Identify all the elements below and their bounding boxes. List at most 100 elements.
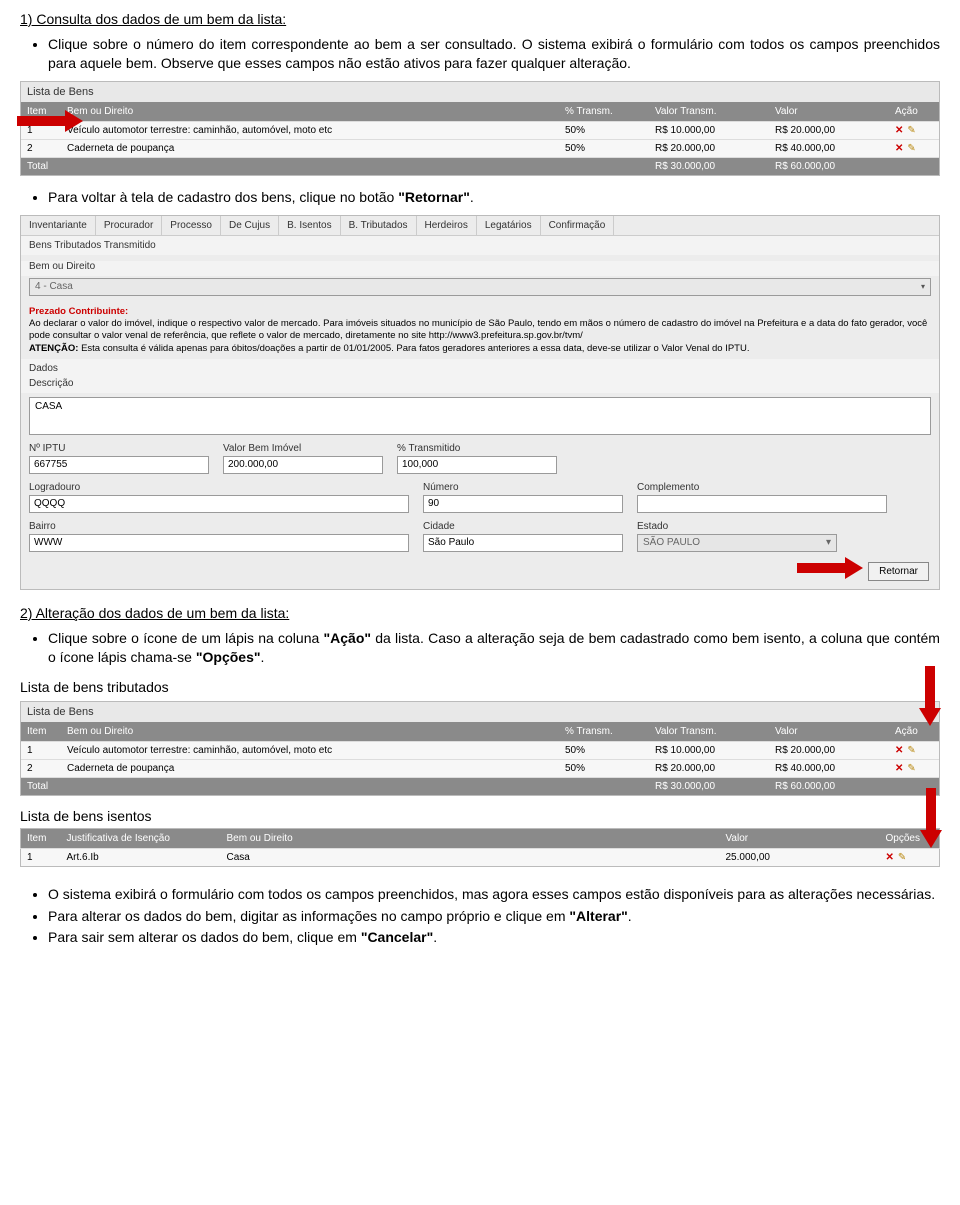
estado-select[interactable]: SÃO PAULO▾ <box>637 534 837 552</box>
label-complemento: Complemento <box>637 482 887 493</box>
red-arrow-down-icon <box>919 666 941 726</box>
label-dados: Dados <box>21 359 939 378</box>
section2-bullet1: Clique sobre o ícone de um lápis na colu… <box>48 629 940 667</box>
numero-field[interactable] <box>423 495 623 513</box>
section3-bullet1: O sistema exibirá o formulário com todos… <box>48 885 940 904</box>
cell-valor: 25.000,00 <box>720 848 880 866</box>
cell-item[interactable]: 2 <box>21 759 61 777</box>
cell-valor: R$ 40.000,00 <box>769 759 889 777</box>
bens-table: Item Bem ou Direito % Transm. Valor Tran… <box>21 722 939 795</box>
cell-item[interactable]: 2 <box>21 139 61 157</box>
edit-icon[interactable]: ✎ <box>898 852 906 863</box>
col-vtrans: Valor Transm. <box>649 722 769 742</box>
table-row: 2 Caderneta de poupança 50% R$ 20.000,00… <box>21 139 939 157</box>
col-item: Item <box>21 722 61 742</box>
col-bem: Bem ou Direito <box>61 722 559 742</box>
tab-btributados[interactable]: B. Tributados <box>341 216 417 235</box>
heading-bens-isentos: Lista de bens isentos <box>20 808 940 824</box>
iptu-field[interactable] <box>29 456 209 474</box>
heading-bens-tributados: Lista de bens tributados <box>20 679 940 695</box>
label-valor-bem: Valor Bem Imóvel <box>223 443 383 454</box>
table-row: 1 Veículo automotor terrestre: caminhão,… <box>21 741 939 759</box>
tab-bisentos[interactable]: B. Isentos <box>279 216 340 235</box>
bens-table-title: Lista de Bens <box>21 82 939 102</box>
bens-table-panel-2: Lista de Bens Item Bem ou Direito % Tran… <box>20 701 940 796</box>
tab-procurador[interactable]: Procurador <box>96 216 162 235</box>
form-section-title: Bens Tributados Transmitido <box>21 236 939 255</box>
valor-bem-field[interactable] <box>223 456 383 474</box>
label-pct-transmitido: % Transmitido <box>397 443 557 454</box>
cell-bem: Veículo automotor terrestre: caminhão, a… <box>61 121 559 139</box>
delete-icon[interactable]: ✕ <box>895 125 903 136</box>
col-valor: Valor <box>769 102 889 122</box>
tab-decujus[interactable]: De Cujus <box>221 216 279 235</box>
bairro-field[interactable] <box>29 534 409 552</box>
bens-table-title: Lista de Bens <box>21 702 939 722</box>
red-arrow-icon <box>797 557 867 579</box>
edit-icon[interactable]: ✎ <box>907 125 915 136</box>
label-bairro: Bairro <box>29 521 409 532</box>
chevron-down-icon: ▾ <box>826 537 831 548</box>
cell-pct: 50% <box>559 759 649 777</box>
col-pct: % Transm. <box>559 722 649 742</box>
cell-vtrans: R$ 10.000,00 <box>649 121 769 139</box>
delete-icon[interactable]: ✕ <box>886 852 894 863</box>
tab-herdeiros[interactable]: Herdeiros <box>417 216 477 235</box>
cell-vtrans: R$ 20.000,00 <box>649 759 769 777</box>
section3-bullet3: Para sair sem alterar os dados do bem, c… <box>48 928 940 947</box>
table-row: 1 Art.6.Ib Casa 25.000,00 ✕ ✎ <box>21 848 940 866</box>
table-row: 2 Caderneta de poupança 50% R$ 20.000,00… <box>21 759 939 777</box>
table-total-row: Total R$ 30.000,00 R$ 60.000,00 <box>21 157 939 175</box>
col-pct: % Transm. <box>559 102 649 122</box>
edit-icon[interactable]: ✎ <box>907 745 915 756</box>
edit-icon[interactable]: ✎ <box>907 763 915 774</box>
cell-valor: R$ 20.000,00 <box>769 121 889 139</box>
delete-icon[interactable]: ✕ <box>895 763 903 774</box>
delete-icon[interactable]: ✕ <box>895 143 903 154</box>
section1-title: 1) Consulta dos dados de um bem da lista… <box>20 10 940 29</box>
col-vtrans: Valor Transm. <box>649 102 769 122</box>
tab-legatarios[interactable]: Legatários <box>477 216 541 235</box>
cell-bem: Caderneta de poupança <box>61 759 559 777</box>
section1-bullet2: Para voltar à tela de cadastro dos bens,… <box>48 188 940 207</box>
label-cidade: Cidade <box>423 521 623 532</box>
label-logradouro: Logradouro <box>29 482 409 493</box>
cell-valor: R$ 40.000,00 <box>769 139 889 157</box>
red-arrow-down-icon <box>920 788 942 848</box>
col-bem: Bem ou Direito <box>61 102 559 122</box>
bens-table: Item Bem ou Direito % Transm. Valor Tran… <box>21 102 939 175</box>
col-acao: Ação <box>889 102 939 122</box>
complemento-field[interactable] <box>637 495 887 513</box>
dropdown-bem-direito[interactable]: 4 - Casa▾ <box>29 278 931 296</box>
section1-bullet1: Clique sobre o número do item correspond… <box>48 35 940 73</box>
retornar-button[interactable]: Retornar <box>868 562 929 581</box>
cidade-field[interactable] <box>423 534 623 552</box>
isentos-table: Item Justificativa de Isenção Bem ou Dir… <box>20 828 940 867</box>
section3-bullet2: Para alterar os dados do bem, digitar as… <box>48 907 940 926</box>
cell-pct: 50% <box>559 121 649 139</box>
cell-valor: R$ 20.000,00 <box>769 741 889 759</box>
edit-icon[interactable]: ✎ <box>907 143 915 154</box>
cell-vtrans: R$ 10.000,00 <box>649 741 769 759</box>
delete-icon[interactable]: ✕ <box>895 745 903 756</box>
cell-bem: Casa <box>221 848 720 866</box>
cell-pct: 50% <box>559 139 649 157</box>
tab-processo[interactable]: Processo <box>162 216 221 235</box>
notice-block: Prezado Contribuinte: Ao declarar o valo… <box>21 302 939 359</box>
cell-pct: 50% <box>559 741 649 759</box>
cell-item[interactable]: 1 <box>21 741 61 759</box>
col-justificativa: Justificativa de Isenção <box>61 828 221 848</box>
section2-title: 2) Alteração dos dados de um bem da list… <box>20 604 940 623</box>
tab-confirmacao[interactable]: Confirmação <box>541 216 615 235</box>
pct-transmitido-field[interactable] <box>397 456 557 474</box>
cell-justificativa: Art.6.Ib <box>61 848 221 866</box>
label-descricao: Descrição <box>21 378 939 393</box>
cell-item[interactable]: 1 <box>21 848 61 866</box>
tab-inventariante[interactable]: Inventariante <box>21 216 96 235</box>
label-estado: Estado <box>637 521 887 532</box>
table-total-row: Total R$ 30.000,00 R$ 60.000,00 <box>21 777 939 795</box>
logradouro-field[interactable] <box>29 495 409 513</box>
descricao-field[interactable]: CASA <box>29 397 931 435</box>
col-valor: Valor <box>720 828 880 848</box>
label-bem-direito: Bem ou Direito <box>21 261 939 276</box>
